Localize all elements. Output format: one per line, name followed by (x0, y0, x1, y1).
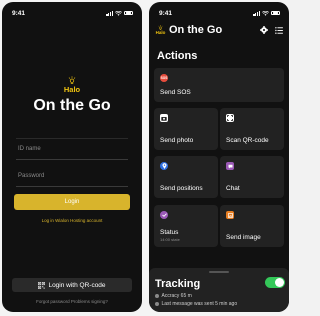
image-icon (226, 211, 234, 219)
chat-tile[interactable]: Chat (220, 156, 284, 198)
home-screen: 9:41 Halo On the Go Actions SOS Send SOS… (149, 2, 289, 312)
login-with-qr-button[interactable]: Login with QR-code (12, 278, 132, 292)
accuracy-text: Accracy 65 m (161, 293, 192, 299)
id-name-placeholder: ID name (18, 146, 41, 152)
battery-icon (271, 10, 280, 16)
wialon-hosting-link[interactable]: Log in Wialon Hosting account (2, 218, 142, 223)
location-pin-icon (160, 162, 168, 170)
battery-icon (124, 10, 133, 16)
sheet-drag-handle[interactable] (209, 271, 229, 273)
status-icons (106, 10, 133, 16)
screenshot-canvas: 9:41 Halo On the Go ID name Password Log… (0, 0, 290, 316)
scan-qr-tile[interactable]: Scan QR-code (220, 108, 284, 150)
send-sos-tile[interactable]: SOS Send SOS (154, 68, 284, 102)
status-time: 9:41 (12, 9, 26, 17)
list-menu-icon[interactable] (275, 26, 283, 34)
logo-word: Halo (155, 30, 166, 35)
camera-icon (160, 114, 168, 122)
send-photo-tile[interactable]: Send photo (154, 108, 218, 150)
brand-logo: Halo (155, 25, 166, 35)
status-bar: 9:41 (159, 8, 280, 18)
app-title: On the Go (33, 97, 111, 114)
cellular-signal-icon (106, 11, 113, 16)
status-time: 9:41 (159, 9, 173, 17)
sos-icon: SOS (160, 74, 168, 82)
chat-label: Chat (226, 185, 240, 192)
tracking-sheet: Tracking Accracy 65 m Last message was s… (149, 268, 289, 312)
status-bar: 9:41 (12, 8, 133, 18)
clock-icon (155, 302, 159, 306)
logo-word: Halo (63, 84, 81, 94)
tracking-toggle[interactable] (265, 277, 285, 288)
password-placeholder: Password (18, 172, 45, 179)
halo-logo-icon (68, 76, 76, 84)
gear-icon[interactable] (260, 26, 268, 34)
brand-logo: Halo (2, 76, 142, 94)
cellular-signal-icon (253, 11, 260, 16)
send-positions-label: Send positions (160, 185, 203, 192)
status-icons (253, 10, 280, 16)
accuracy-row: Accracy 65 m (155, 293, 192, 299)
tracking-heading: Tracking (155, 278, 201, 290)
wifi-icon (115, 10, 122, 16)
actions-heading: Actions (157, 50, 198, 62)
scan-qr-icon (226, 114, 234, 122)
wifi-icon (262, 10, 269, 16)
qr-code-icon (38, 281, 46, 289)
status-label: Status (160, 229, 179, 236)
forgot-password-row[interactable]: Forgot password Problems signing? (2, 299, 142, 304)
send-image-tile[interactable]: Send image (220, 205, 284, 247)
last-message-text: Last message was sent 5 min ago (161, 301, 238, 307)
login-with-qr-label: Login with QR-code (48, 281, 106, 289)
send-image-label: Send image (226, 234, 261, 241)
send-photo-label: Send photo (160, 137, 194, 144)
scan-qr-label: Scan QR-code (226, 137, 269, 144)
send-positions-tile[interactable]: Send positions (154, 156, 218, 198)
id-name-field[interactable]: ID name (16, 138, 128, 160)
status-check-icon (160, 211, 168, 219)
send-sos-label: Send SOS (160, 89, 191, 96)
password-field[interactable]: Password (16, 165, 128, 187)
app-header: Halo On the Go (155, 20, 283, 40)
chat-bubble-icon (226, 162, 234, 170)
status-tile[interactable]: Status 14:00 state (154, 205, 218, 247)
login-screen: 9:41 Halo On the Go ID name Password Log… (2, 2, 142, 312)
last-message-row: Last message was sent 5 min ago (155, 301, 237, 307)
login-button[interactable]: Login (14, 194, 130, 210)
accuracy-icon (155, 294, 159, 298)
app-title: On the Go (169, 24, 223, 36)
status-subtitle: 14:00 state (160, 237, 180, 242)
